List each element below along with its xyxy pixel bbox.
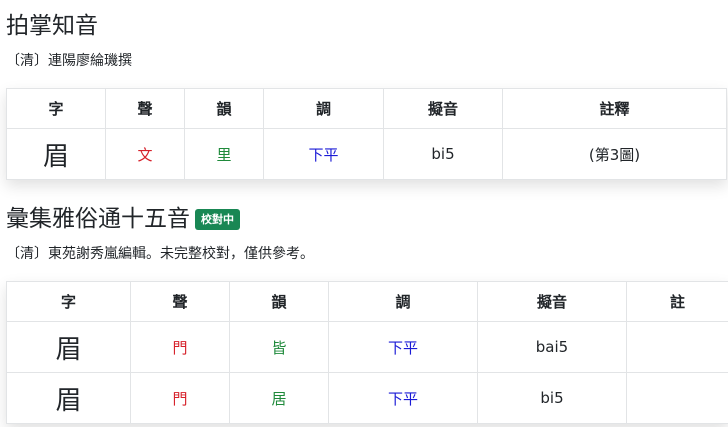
table-row: 眉 門 皆 下平 bai5 xyxy=(6,321,728,373)
table-header-row: 字 聲 韻 調 擬音 註釋 xyxy=(6,88,727,129)
header-note: 註 xyxy=(626,281,728,322)
header-note: 註釋 xyxy=(502,88,727,129)
cell-char: 眉 xyxy=(6,128,106,180)
header-initial: 聲 xyxy=(130,281,230,322)
table-row: 眉 門 居 下平 bi5 xyxy=(6,372,728,424)
cell-reading: bi5 xyxy=(477,372,627,424)
header-initial: 聲 xyxy=(105,88,185,129)
section1-table: 字 聲 韻 調 擬音 註釋 眉 文 里 下平 bi5 (第3圖) xyxy=(6,88,727,180)
cell-tone: 下平 xyxy=(328,372,478,424)
status-badge: 校對中 xyxy=(195,209,240,230)
cell-final: 里 xyxy=(184,128,264,180)
table-header-row: 字 聲 韻 調 擬音 註 xyxy=(6,281,728,322)
cell-tone: 下平 xyxy=(263,128,384,180)
header-char: 字 xyxy=(6,88,106,129)
section2-table: 字 聲 韻 調 擬音 註 眉 門 皆 下平 bai5 眉 門 居 下平 bi5 xyxy=(6,281,728,424)
cell-reading: bi5 xyxy=(383,128,503,180)
section2-subtitle: 〔清〕東苑謝秀嵐編輯。未完整校對，僅供參考。 xyxy=(6,246,314,262)
header-tone: 調 xyxy=(263,88,384,129)
header-final: 韻 xyxy=(229,281,329,322)
section2-title: 彙集雅俗通十五音 校對中 xyxy=(6,205,240,233)
cell-char: 眉 xyxy=(6,321,131,373)
cell-reading: bai5 xyxy=(477,321,627,373)
section1-subtitle: 〔清〕連陽廖綸璣撰 xyxy=(6,53,132,69)
header-reading: 擬音 xyxy=(477,281,627,322)
cell-initial: 門 xyxy=(130,372,230,424)
header-reading: 擬音 xyxy=(383,88,503,129)
cell-initial: 文 xyxy=(105,128,185,180)
header-final: 韻 xyxy=(184,88,264,129)
table-row: 眉 文 里 下平 bi5 (第3圖) xyxy=(6,128,727,180)
cell-note xyxy=(626,372,728,424)
cell-final: 皆 xyxy=(229,321,329,373)
cell-tone: 下平 xyxy=(328,321,478,373)
header-char: 字 xyxy=(6,281,131,322)
cell-note: (第3圖) xyxy=(502,128,727,180)
section1-title: 拍掌知音 xyxy=(6,13,98,39)
header-tone: 調 xyxy=(328,281,478,322)
cell-note xyxy=(626,321,728,373)
section2-title-text: 彙集雅俗通十五音 xyxy=(6,206,190,232)
cell-initial: 門 xyxy=(130,321,230,373)
cell-char: 眉 xyxy=(6,372,131,424)
cell-final: 居 xyxy=(229,372,329,424)
